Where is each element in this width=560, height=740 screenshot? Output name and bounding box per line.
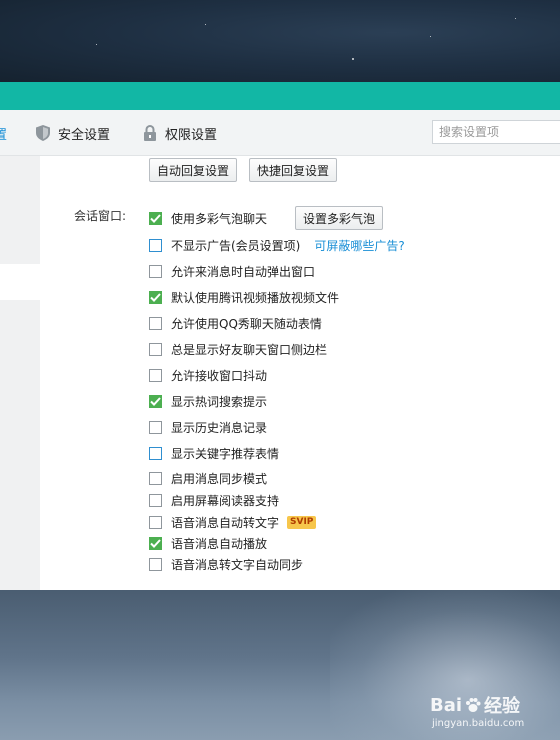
checkbox[interactable] bbox=[149, 394, 162, 408]
conversation-window-label: 会话窗口: bbox=[74, 209, 127, 223]
paw-icon bbox=[464, 696, 482, 714]
option-label: 显示关键字推荐表情 bbox=[171, 446, 280, 461]
option-label: 启用消息同步模式 bbox=[171, 471, 268, 486]
checkbox[interactable] bbox=[149, 211, 162, 225]
checkbox[interactable] bbox=[149, 316, 162, 330]
option-label: 语音消息自动转文字 bbox=[171, 515, 280, 530]
svip-badge: SVIP bbox=[287, 515, 317, 529]
lock-icon bbox=[143, 125, 157, 141]
checkbox[interactable] bbox=[149, 264, 162, 278]
colorful-bubble-button[interactable]: 设置多彩气泡 bbox=[295, 206, 384, 230]
option-sidebar[interactable]: 总是显示好友聊天窗口侧边栏 bbox=[149, 341, 327, 357]
option-voice-autoplay[interactable]: 语音消息自动播放 bbox=[149, 535, 267, 551]
option-hot-search[interactable]: 显示热词搜索提示 bbox=[149, 393, 267, 409]
desktop-background-top bbox=[0, 0, 560, 82]
checkbox[interactable] bbox=[149, 238, 162, 252]
checkbox[interactable] bbox=[149, 557, 162, 571]
option-label: 语音消息自动播放 bbox=[171, 536, 268, 551]
checkbox[interactable] bbox=[149, 420, 162, 434]
tab-permission[interactable]: 权限设置 bbox=[143, 110, 217, 156]
checkbox[interactable] bbox=[149, 290, 162, 304]
tab-partial[interactable]: 置 bbox=[0, 110, 8, 156]
option-label: 显示历史消息记录 bbox=[171, 420, 268, 435]
option-hide-ads[interactable]: 不显示广告(会员设置项) 可屏蔽哪些广告? bbox=[149, 237, 405, 253]
option-colorful-bubble[interactable]: 使用多彩气泡聊天 bbox=[149, 210, 267, 226]
left-nav bbox=[0, 156, 40, 590]
ad-info-link[interactable]: 可屏蔽哪些广告? bbox=[314, 237, 404, 254]
shield-icon bbox=[36, 125, 50, 141]
option-screen-reader[interactable]: 启用屏幕阅读器支持 bbox=[149, 492, 279, 508]
watermark-suffix: 经验 bbox=[484, 696, 521, 717]
settings-window: 置 安全设置 权限设置 自动回复设置 bbox=[0, 82, 560, 590]
tab-partial-label: 置 bbox=[0, 127, 8, 143]
tab-permission-label: 权限设置 bbox=[165, 127, 218, 143]
option-voice-to-text[interactable]: 语音消息自动转文字 SVIP bbox=[149, 514, 317, 530]
checkbox[interactable] bbox=[149, 368, 162, 382]
option-label: 默认使用腾讯视频播放视频文件 bbox=[171, 290, 340, 305]
option-label: 允许接收窗口抖动 bbox=[171, 368, 268, 383]
star bbox=[430, 36, 431, 37]
search-input[interactable] bbox=[432, 120, 560, 144]
option-auto-popup[interactable]: 允许来消息时自动弹出窗口 bbox=[149, 263, 315, 279]
option-label: 使用多彩气泡聊天 bbox=[171, 211, 268, 226]
baidu-jingyan-watermark: Bai 经验 jingyan.baidu.com bbox=[430, 692, 525, 730]
title-bar[interactable] bbox=[0, 82, 560, 110]
tab-security[interactable]: 安全设置 bbox=[36, 110, 110, 156]
option-tencent-video[interactable]: 默认使用腾讯视频播放视频文件 bbox=[149, 289, 339, 305]
left-nav-selected-item[interactable] bbox=[0, 264, 40, 300]
option-sync-mode[interactable]: 启用消息同步模式 bbox=[149, 470, 267, 486]
option-label: 启用屏幕阅读器支持 bbox=[171, 493, 280, 508]
star bbox=[515, 18, 516, 19]
option-keyword-emoji[interactable]: 显示关键字推荐表情 bbox=[149, 445, 279, 461]
checkbox[interactable] bbox=[149, 493, 162, 507]
checkbox[interactable] bbox=[149, 342, 162, 356]
watermark-brand: Bai bbox=[430, 694, 463, 716]
checkbox[interactable] bbox=[149, 536, 162, 550]
option-qqshow-emotes[interactable]: 允许使用QQ秀聊天随动表情 bbox=[149, 315, 322, 331]
tab-bar: 置 安全设置 权限设置 bbox=[0, 110, 560, 156]
quick-reply-button[interactable]: 快捷回复设置 bbox=[249, 158, 338, 182]
checkbox[interactable] bbox=[149, 515, 162, 529]
tab-security-label: 安全设置 bbox=[58, 127, 111, 143]
watermark-logo: Bai 经验 bbox=[430, 692, 524, 718]
star bbox=[352, 58, 354, 60]
auto-reply-button[interactable]: 自动回复设置 bbox=[149, 158, 238, 182]
option-voice-text-sync[interactable]: 语音消息转文字自动同步 bbox=[149, 556, 303, 572]
option-history[interactable]: 显示历史消息记录 bbox=[149, 419, 267, 435]
option-label: 允许使用QQ秀聊天随动表情 bbox=[171, 316, 322, 331]
option-window-shake[interactable]: 允许接收窗口抖动 bbox=[149, 367, 267, 383]
option-label: 不显示广告(会员设置项) bbox=[171, 238, 301, 253]
option-label: 显示热词搜索提示 bbox=[171, 394, 268, 409]
checkbox[interactable] bbox=[149, 471, 162, 485]
star bbox=[205, 24, 206, 25]
option-label: 允许来消息时自动弹出窗口 bbox=[171, 264, 316, 279]
watermark-url: jingyan.baidu.com bbox=[432, 718, 525, 729]
star bbox=[96, 44, 97, 45]
option-label: 语音消息转文字自动同步 bbox=[171, 557, 304, 572]
option-label: 总是显示好友聊天窗口侧边栏 bbox=[171, 342, 328, 357]
checkbox[interactable] bbox=[149, 446, 162, 460]
